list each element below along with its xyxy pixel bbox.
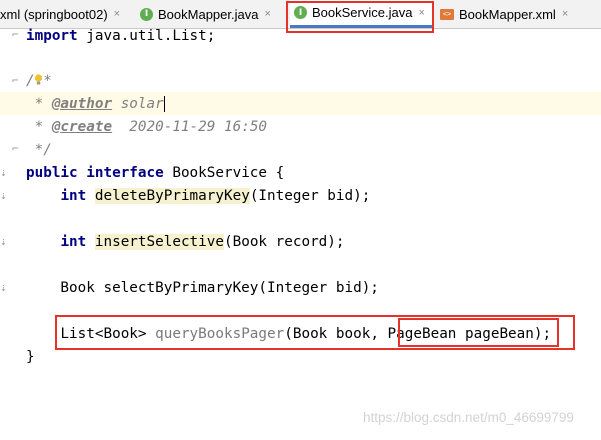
close-icon[interactable]: × (264, 8, 270, 20)
fold-icon[interactable]: ⌐ (12, 28, 19, 41)
keyword: import (26, 28, 78, 44)
fold-icon[interactable]: ⌐ (12, 142, 19, 155)
lightbulb-icon[interactable] (34, 74, 43, 86)
code-line-method-insert: int insertSelective(Book record); (26, 231, 345, 254)
keyword: int (60, 188, 87, 204)
implemented-marker-icon[interactable]: ⇣ (0, 281, 7, 294)
method-params: (Integer bid); (249, 188, 371, 204)
method-name: deleteByPrimaryKey (94, 188, 250, 204)
implemented-marker-icon[interactable]: ⇣ (0, 189, 7, 202)
method-name: insertSelective (94, 234, 224, 250)
xml-file-icon: <> (440, 8, 454, 20)
tab-bookmapper-java[interactable]: I BookMapper.java × (140, 0, 286, 28)
code-line-close-brace: } (26, 349, 35, 365)
implemented-marker-icon[interactable]: ⇣ (0, 166, 7, 179)
code-editor[interactable]: import java.util.List; ⌐ ⌐ /** * @author… (0, 28, 601, 440)
fold-icon[interactable]: ⌐ (12, 74, 19, 87)
doc-tag-create: @create (51, 119, 113, 135)
code-line-import: import java.util.List; (26, 25, 215, 48)
keyword: public (26, 165, 78, 181)
close-icon[interactable]: × (562, 8, 568, 20)
doc-prefix: * (26, 119, 52, 135)
implemented-marker-icon[interactable]: ⇣ (0, 235, 7, 248)
tab-bookmapper-xml[interactable]: <> BookMapper.xml × (440, 0, 601, 28)
tab-label: xml (springboot02) (0, 6, 108, 22)
tab-label: BookMapper.xml (459, 6, 556, 22)
keyword: int (60, 234, 87, 250)
doc-comment: */ (26, 142, 52, 158)
code-line-method-delete: int deleteByPrimaryKey(Integer bid); (26, 185, 370, 208)
doc-author-value: solar (112, 96, 164, 112)
doc-prefix: * (26, 96, 52, 112)
method-params: (Book record); (224, 234, 345, 250)
tab-xml-springboot02[interactable]: xml (springboot02) × (0, 0, 134, 28)
close-icon[interactable]: × (114, 8, 120, 20)
tab-label: BookMapper.java (158, 6, 259, 22)
code-line-doc-close: */ (26, 139, 52, 162)
text-caret (163, 96, 165, 112)
code-line-method-select: Book selectByPrimaryKey(Integer bid); (26, 280, 379, 296)
code-line-interface-decl: public interface BookService { (26, 162, 284, 185)
code-line-author: * @author solar (26, 93, 165, 116)
param-highlight-box (398, 318, 559, 347)
watermark: https://blog.csdn.net/m0_46699799 (363, 410, 574, 425)
interface-icon: I (140, 7, 153, 21)
keyword: interface (86, 165, 164, 181)
code-line-create: * @create 2020-11-29 16:50 (26, 116, 267, 139)
doc-create-value: 2020-11-29 16:50 (112, 119, 268, 135)
doc-tag-author: @author (51, 96, 113, 112)
import-path: java.util.List; (77, 28, 216, 44)
interface-name: BookService { (163, 165, 285, 181)
